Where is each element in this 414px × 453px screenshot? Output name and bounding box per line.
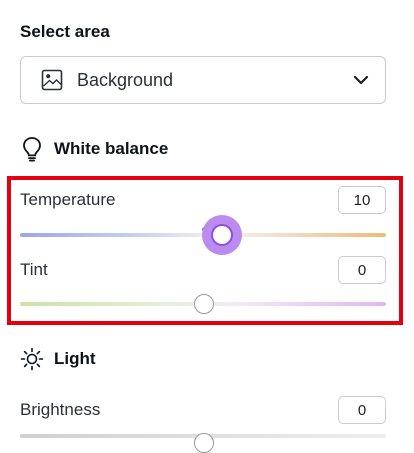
brightness-label: Brightness [20,400,101,419]
white-balance-heading: White balance [20,136,168,162]
temperature-label: Temperature [20,190,116,209]
light-heading: Light [20,346,96,372]
light-title: Light [54,349,96,368]
tint-value-input[interactable]: 0 [338,256,386,284]
area-select-value: Background [77,69,174,90]
temperature-slider-knob[interactable] [211,224,233,246]
brightness-slider-knob[interactable] [194,433,214,453]
white-balance-title: White balance [54,139,169,158]
tint-label: Tint [20,260,48,279]
chevron-down-icon [353,75,369,85]
temperature-value-input[interactable]: 10 [338,186,386,214]
sun-icon [20,346,44,372]
tint-slider-knob[interactable] [194,294,214,314]
lightbulb-icon [20,136,44,162]
brightness-value-input[interactable]: 0 [338,396,386,424]
select-area-heading: Select area [20,22,110,41]
area-select-dropdown[interactable]: Background [20,56,386,104]
image-icon [41,69,63,91]
